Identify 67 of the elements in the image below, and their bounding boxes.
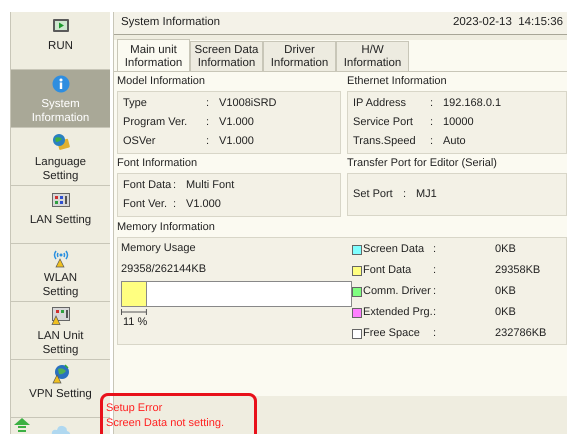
section-title: Memory Information — [116, 220, 216, 235]
tab[interactable]: Main unit Information — [117, 39, 190, 71]
colon-separator: : — [173, 178, 178, 194]
legend-label: Comm. Driver — [363, 284, 432, 300]
play-screen-icon — [52, 18, 70, 34]
section-title: Transfer Port for Editor (Serial) — [346, 156, 498, 171]
field-value: Auto — [443, 134, 466, 150]
globe-book-icon — [50, 133, 70, 151]
colon-separator: : — [433, 284, 438, 300]
legend-value: 29358KB — [495, 263, 540, 278]
colon-separator: : — [206, 96, 210, 112]
legend-label: Screen Data — [363, 242, 426, 258]
colon-separator: : — [430, 96, 434, 112]
field-value: V1.000 — [186, 197, 221, 212]
info-icon — [52, 75, 70, 93]
field-label: Service Port — [353, 115, 414, 130]
field-value: 10000 — [443, 115, 474, 130]
legend-value: 232786KB — [495, 326, 546, 342]
network-panel-icon — [52, 193, 70, 207]
field-value: V1.000 — [219, 134, 254, 150]
tab[interactable]: Driver Information — [263, 41, 336, 71]
field-value: V1008iSRD — [219, 96, 276, 112]
field-label: Font Data — [123, 178, 172, 194]
colon-separator: : — [433, 326, 438, 342]
memory-percent: 11 % — [122, 315, 148, 329]
field-label: Program Ver. — [123, 115, 188, 130]
colon-separator: : — [403, 187, 408, 202]
screen-title: System Information — [121, 15, 220, 30]
field-label: IP Address — [353, 96, 407, 112]
wireless-warning-icon — [50, 248, 70, 268]
error-text: Screen Data not setting. — [106, 416, 226, 431]
colon-separator: : — [433, 242, 438, 258]
colon-separator: : — [430, 134, 434, 150]
scale-marker — [121, 309, 148, 315]
cloud-icon — [51, 424, 71, 434]
memory-usage-value: 29358/262144KB — [121, 262, 208, 277]
legend-label: Free Space — [363, 326, 421, 342]
field-label: Set Port — [353, 187, 394, 202]
legend-value: 0KB — [495, 305, 516, 320]
colon-separator: : — [430, 115, 434, 130]
field-value: MJ1 — [416, 187, 437, 202]
section-title: Model Information — [116, 74, 206, 89]
legend-value: 0KB — [495, 242, 516, 258]
tab[interactable]: Screen Data Information — [190, 41, 263, 71]
colon-separator: : — [173, 197, 178, 212]
field-value: V1.000 — [219, 115, 254, 130]
field-value: Multi Font — [186, 178, 234, 194]
section-title: Font Information — [116, 156, 198, 171]
colon-separator: : — [206, 115, 210, 130]
colon-separator: : — [433, 263, 438, 278]
globe-warning-icon — [50, 364, 70, 384]
field-label: Type — [123, 96, 148, 112]
field-label: OSVer — [123, 134, 156, 150]
section-title: Ethernet Information — [346, 74, 448, 89]
date-time: 2023-02-13 14:15:36 — [453, 15, 563, 30]
field-value: 192.168.0.1 — [443, 96, 502, 112]
legend-value: 0KB — [495, 284, 516, 300]
colon-separator: : — [206, 134, 210, 150]
field-label: Font Ver. — [123, 197, 168, 212]
colon-separator: : — [433, 305, 438, 320]
legend-label: Extended Prg. — [363, 305, 433, 320]
field-label: Trans.Speed — [353, 134, 417, 150]
legend-label: Font Data — [363, 263, 412, 278]
tab[interactable]: H/W Information — [336, 41, 409, 71]
network-panel-warning-icon — [50, 307, 70, 325]
up-arrow-icon[interactable] — [13, 418, 31, 434]
memory-usage-label: Memory Usage — [121, 241, 197, 256]
